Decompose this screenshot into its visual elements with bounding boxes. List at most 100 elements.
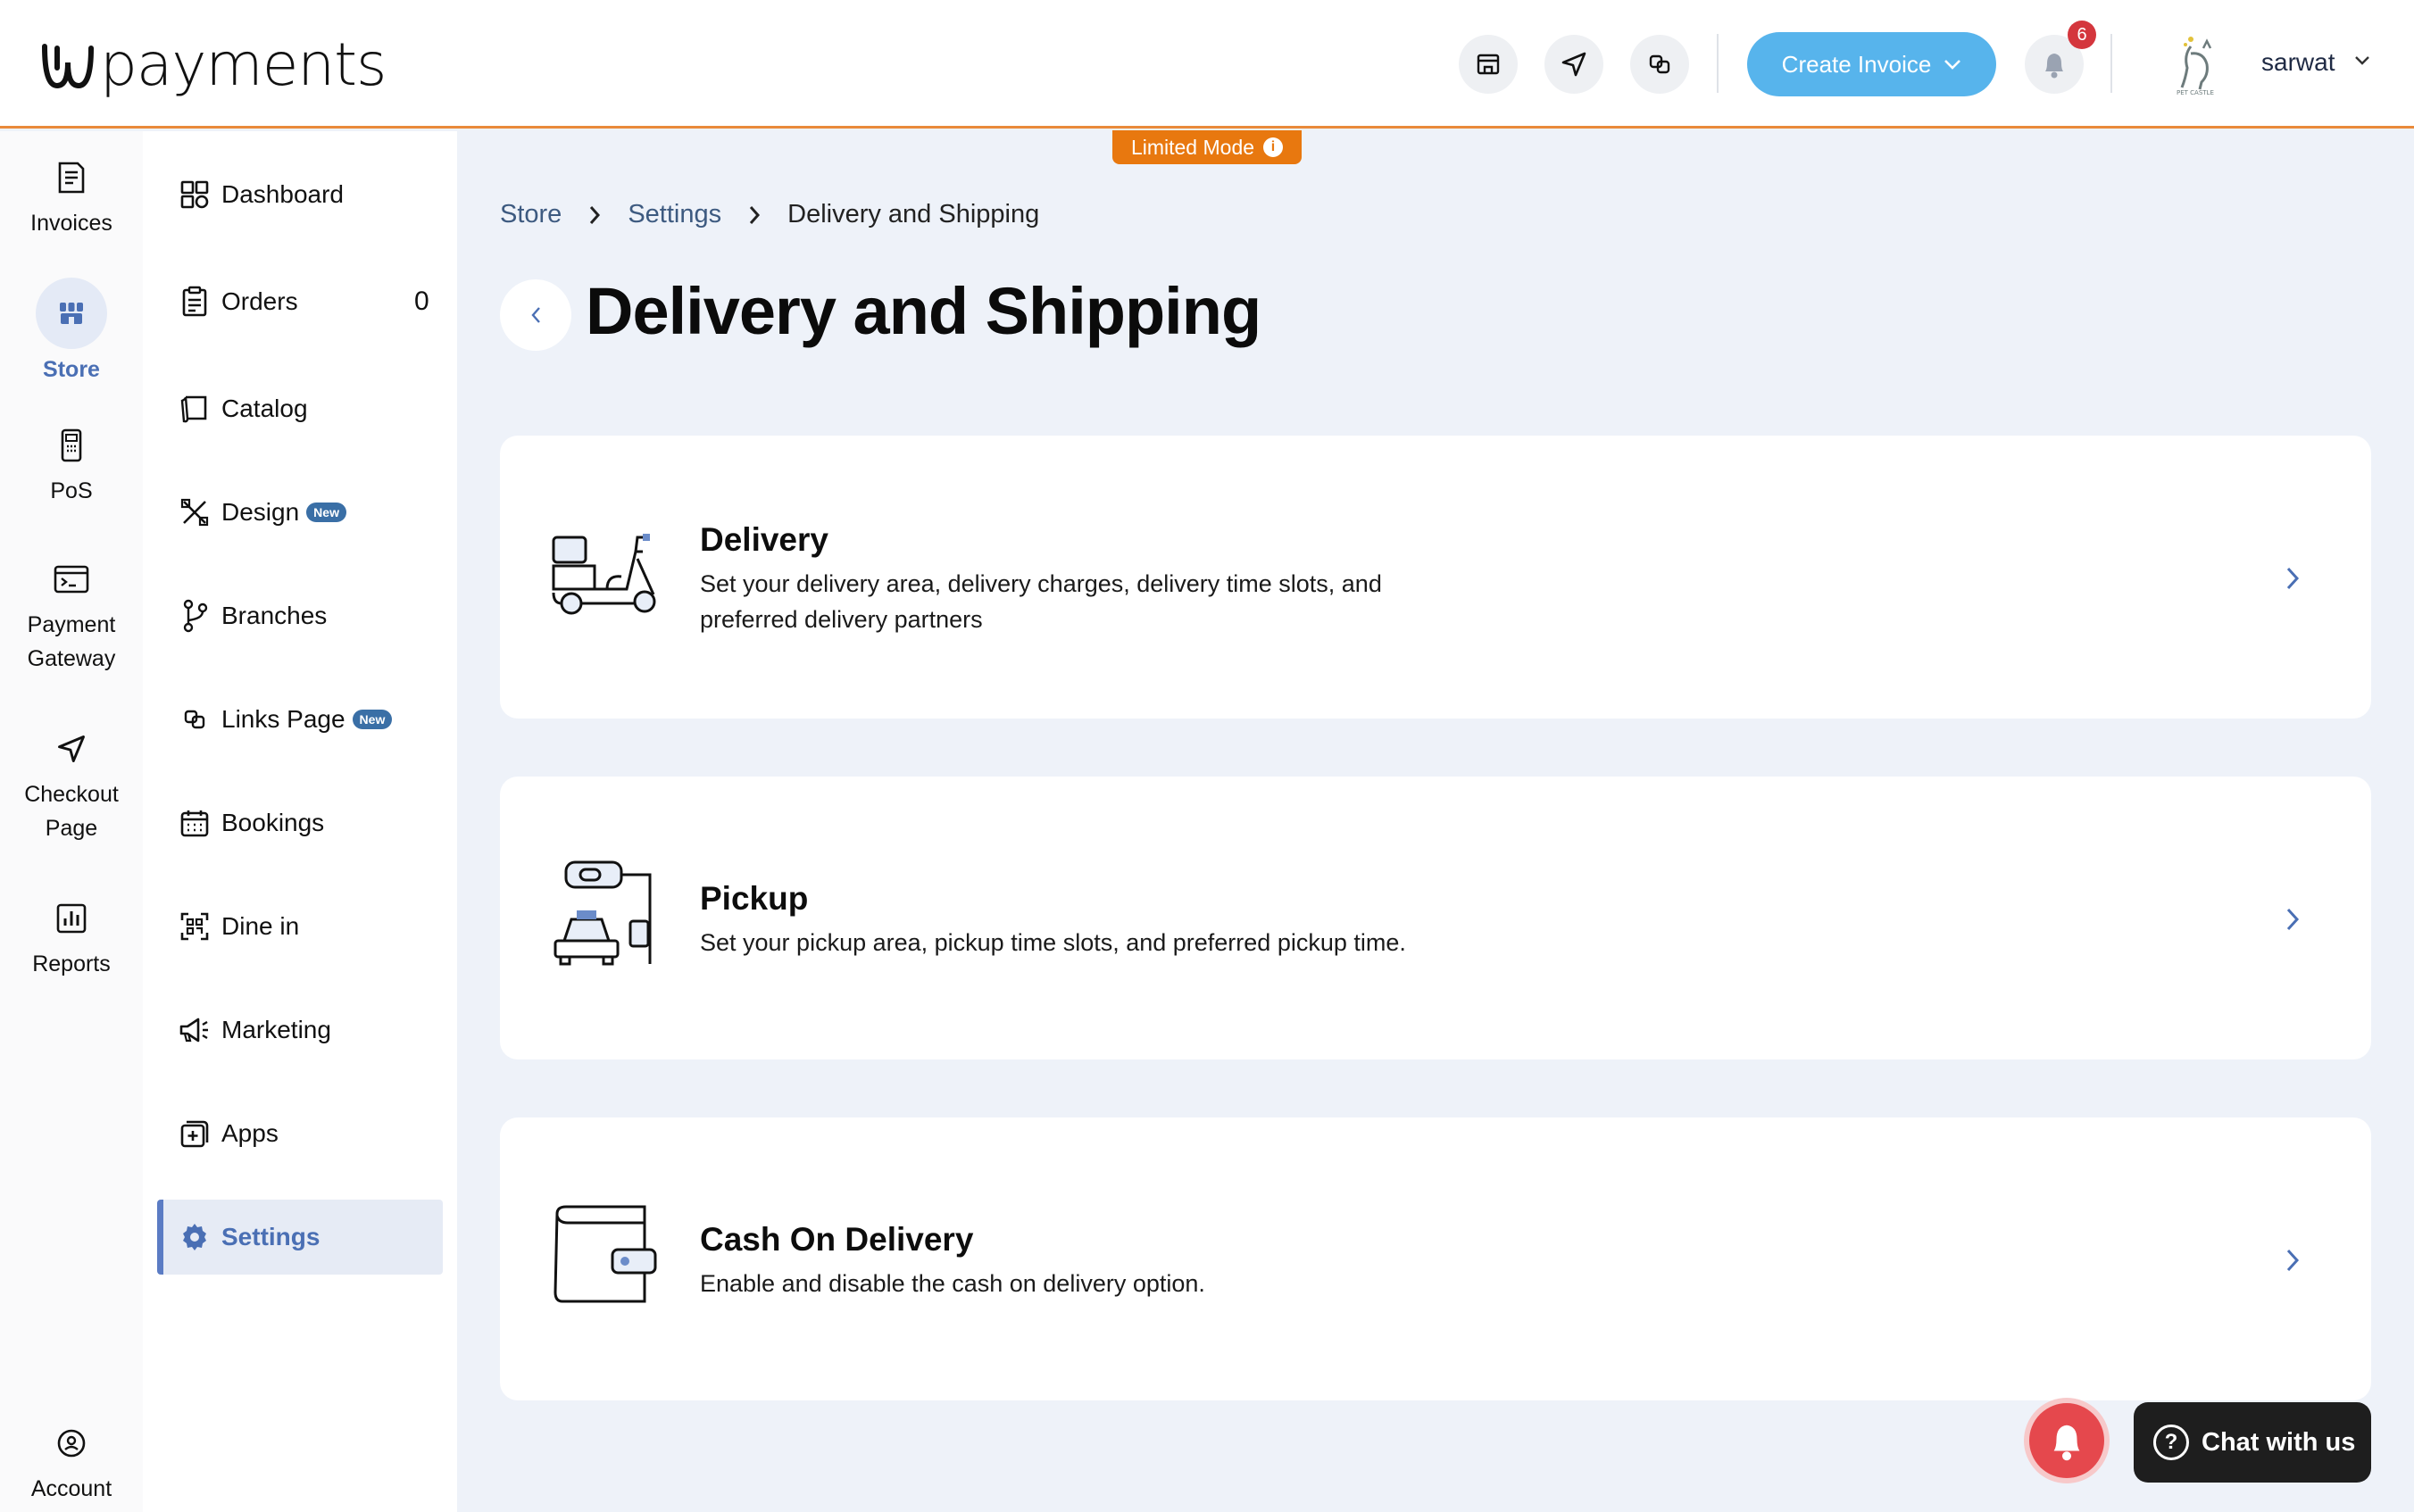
catalog-icon: [177, 391, 212, 427]
sidebar-item-links-page[interactable]: Links Page New: [177, 697, 393, 742]
scooter-icon: [550, 532, 661, 618]
help-icon: ?: [2153, 1425, 2189, 1460]
limited-mode-banner[interactable]: Limited Mode i: [1112, 130, 1302, 164]
rail-item-reports[interactable]: Reports: [0, 899, 143, 981]
avatar[interactable]: PET CASTLE: [2164, 29, 2227, 96]
chat-with-us-button[interactable]: ? Chat with us: [2134, 1402, 2371, 1483]
apps-icon: [177, 1116, 212, 1151]
new-badge: New: [306, 503, 346, 522]
grid-icon: [177, 177, 212, 212]
breadcrumb-store[interactable]: Store: [500, 200, 562, 229]
logo-icon: [42, 43, 94, 88]
store-icon: [1477, 54, 1500, 75]
sidebar-item-label: Apps: [221, 1119, 279, 1147]
card-description: Set your pickup area, pickup time slots,…: [700, 929, 1406, 956]
rail-label: Store: [43, 357, 100, 382]
chevron-right-icon: [2286, 1249, 2300, 1272]
delivery-card[interactable]: Delivery Set your delivery area, deliver…: [500, 436, 2371, 719]
sidebar-item-catalog[interactable]: Catalog: [177, 386, 308, 431]
gear-icon: [177, 1219, 212, 1255]
terminal-icon: [52, 560, 91, 599]
logo[interactable]: payments: [39, 30, 387, 99]
sidebar-item-dashboard[interactable]: Dashboard: [177, 172, 344, 217]
chevron-left-icon: [531, 307, 540, 323]
chart-icon: [52, 899, 91, 938]
svg-text:PET CASTLE: PET CASTLE: [2177, 89, 2214, 96]
sidebar-item-design[interactable]: Design New: [177, 490, 346, 535]
rail-label: Invoices: [30, 211, 112, 236]
divider: [1717, 34, 1719, 93]
card-description: Enable and disable the cash on delivery …: [700, 1270, 1205, 1297]
create-invoice-label: Create Invoice: [1781, 50, 1932, 78]
chevron-right-icon: [2286, 567, 2300, 590]
breadcrumb-current: Delivery and Shipping: [787, 200, 1040, 228]
sidebar-item-label: Marketing: [221, 1016, 331, 1043]
sidebar-item-orders[interactable]: Orders 0: [177, 279, 445, 324]
calendar-icon: [177, 805, 212, 841]
brand-name: payments: [100, 30, 387, 99]
store-sidebar: Dashboard Orders 0 Catalog Design New Br…: [143, 131, 457, 1512]
wallet-icon: [550, 1203, 661, 1307]
sidebar-item-label: Branches: [221, 602, 328, 629]
bell-fab-circle: [2024, 1398, 2110, 1483]
create-invoice-button[interactable]: Create Invoice: [1747, 32, 1996, 96]
chevron-right-icon: [2286, 908, 2300, 931]
store-icon: [36, 278, 107, 349]
links-icon: [1649, 54, 1670, 74]
sidebar-item-bookings[interactable]: Bookings: [177, 801, 324, 845]
sidebar-item-marketing[interactable]: Marketing: [177, 1008, 331, 1052]
design-icon: [177, 494, 212, 530]
rail-item-invoices[interactable]: Invoices: [0, 158, 143, 240]
avatar-logo-icon: PET CASTLE: [2177, 37, 2214, 96]
divider: [2110, 34, 2112, 93]
rail-label: Checkout Page: [24, 782, 119, 841]
sidebar-item-branches[interactable]: Branches: [177, 594, 327, 638]
clipboard-icon: [177, 284, 212, 320]
cash-on-delivery-card[interactable]: Cash On Delivery Enable and disable the …: [500, 1117, 2371, 1400]
rail-item-pos[interactable]: PoS: [0, 426, 143, 508]
chevron-right-icon: [588, 204, 601, 226]
store-button[interactable]: [1459, 35, 1518, 94]
sidebar-item-dine-in[interactable]: Dine in: [177, 904, 299, 949]
send-icon: [52, 729, 91, 768]
rail-label: Reports: [32, 951, 111, 976]
breadcrumb-settings[interactable]: Settings: [628, 200, 721, 229]
sidebar-item-settings[interactable]: Settings: [177, 1215, 320, 1259]
module-rail: Invoices Store PoS Payment Gateway Check…: [0, 131, 143, 1512]
card-description: Set your delivery area, delivery charges…: [700, 570, 1382, 633]
chevron-down-icon[interactable]: [2354, 55, 2370, 66]
sidebar-item-label: Design: [221, 498, 300, 526]
pos-icon: [52, 426, 91, 465]
sidebar-item-label: Settings: [221, 1223, 320, 1250]
rail-item-store[interactable]: Store: [0, 278, 143, 386]
user-name[interactable]: sarwat: [2261, 48, 2335, 77]
sidebar-item-label: Dine in: [221, 912, 300, 940]
links-icon: [177, 702, 212, 737]
links-button[interactable]: [1630, 35, 1689, 94]
send-button[interactable]: [1544, 35, 1603, 94]
bell-icon: [2045, 54, 2063, 79]
card-title: Pickup: [700, 880, 809, 917]
top-bar: payments Create Invoice 6 PET CASTLE sar…: [0, 0, 2414, 129]
sidebar-item-apps[interactable]: Apps: [177, 1111, 279, 1156]
rail-item-account[interactable]: Account: [0, 1424, 143, 1506]
page-title: Delivery and Shipping: [586, 274, 1261, 348]
sidebar-item-label: Dashboard: [221, 180, 344, 208]
invoice-icon: [52, 158, 91, 197]
sidebar-item-label: Orders: [221, 287, 298, 315]
back-button[interactable]: [500, 279, 571, 351]
qr-icon: [177, 909, 212, 944]
new-badge: New: [352, 710, 393, 729]
rail-item-checkout-page[interactable]: Checkout Page: [0, 729, 143, 845]
rail-label: PoS: [50, 478, 93, 503]
megaphone-icon: [177, 1012, 212, 1048]
sidebar-item-label: Catalog: [221, 395, 308, 422]
sidebar-item-label: Bookings: [221, 809, 325, 836]
info-icon: i: [1263, 137, 1284, 157]
card-title: Delivery: [700, 521, 828, 558]
notification-badge: 6: [2068, 21, 2096, 49]
chevron-right-icon: [748, 204, 761, 226]
pickup-card[interactable]: Pickup Set your pickup area, pickup time…: [500, 777, 2371, 1059]
rail-item-payment-gateway[interactable]: Payment Gateway: [0, 560, 143, 676]
rail-label: Account: [30, 1476, 112, 1501]
